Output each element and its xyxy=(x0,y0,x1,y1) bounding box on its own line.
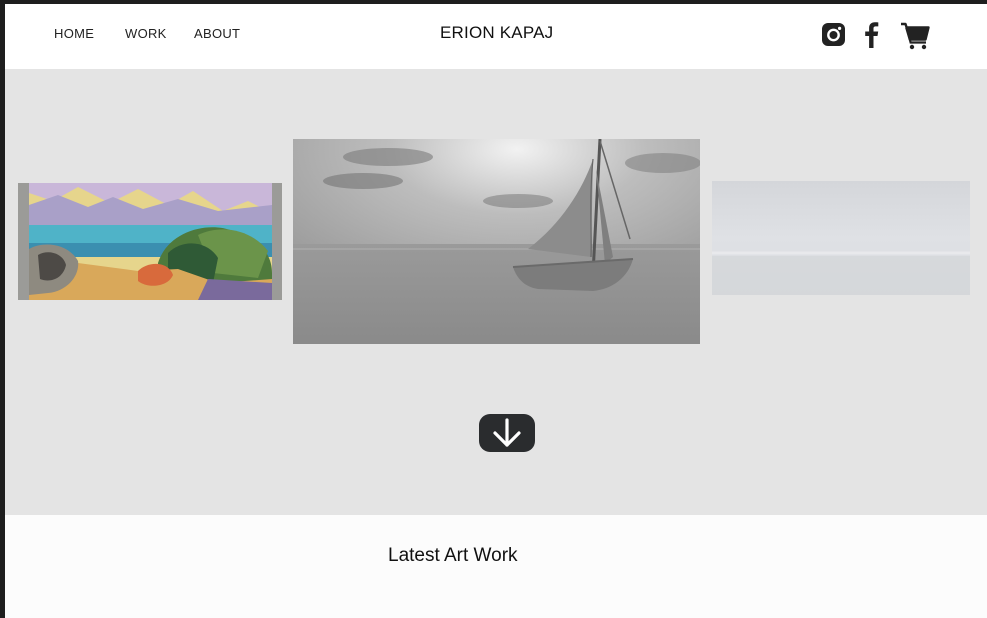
nav-about-link[interactable]: ABOUT xyxy=(194,26,240,41)
artwork-sailboat[interactable] xyxy=(293,139,700,344)
artwork-seascape[interactable] xyxy=(712,181,970,295)
hero-gallery xyxy=(5,69,987,515)
site-brand[interactable]: ERION KAPAJ xyxy=(440,23,553,43)
instagram-icon[interactable] xyxy=(821,22,846,47)
latest-section: Latest Art Work xyxy=(5,515,987,618)
nav-home-link[interactable]: HOME xyxy=(54,26,94,41)
latest-title: Latest Art Work xyxy=(388,545,518,566)
page: HOME WORK ABOUT ERION KAPAJ Latest Art W… xyxy=(5,4,987,618)
shopping-cart-icon[interactable] xyxy=(900,22,930,50)
site-header: HOME WORK ABOUT ERION KAPAJ xyxy=(5,4,987,69)
scroll-down-button[interactable] xyxy=(479,414,535,452)
nav-work-link[interactable]: WORK xyxy=(125,26,167,41)
artwork-landscape[interactable] xyxy=(18,183,282,300)
facebook-icon[interactable] xyxy=(863,21,879,48)
arrow-down-icon xyxy=(493,418,521,447)
